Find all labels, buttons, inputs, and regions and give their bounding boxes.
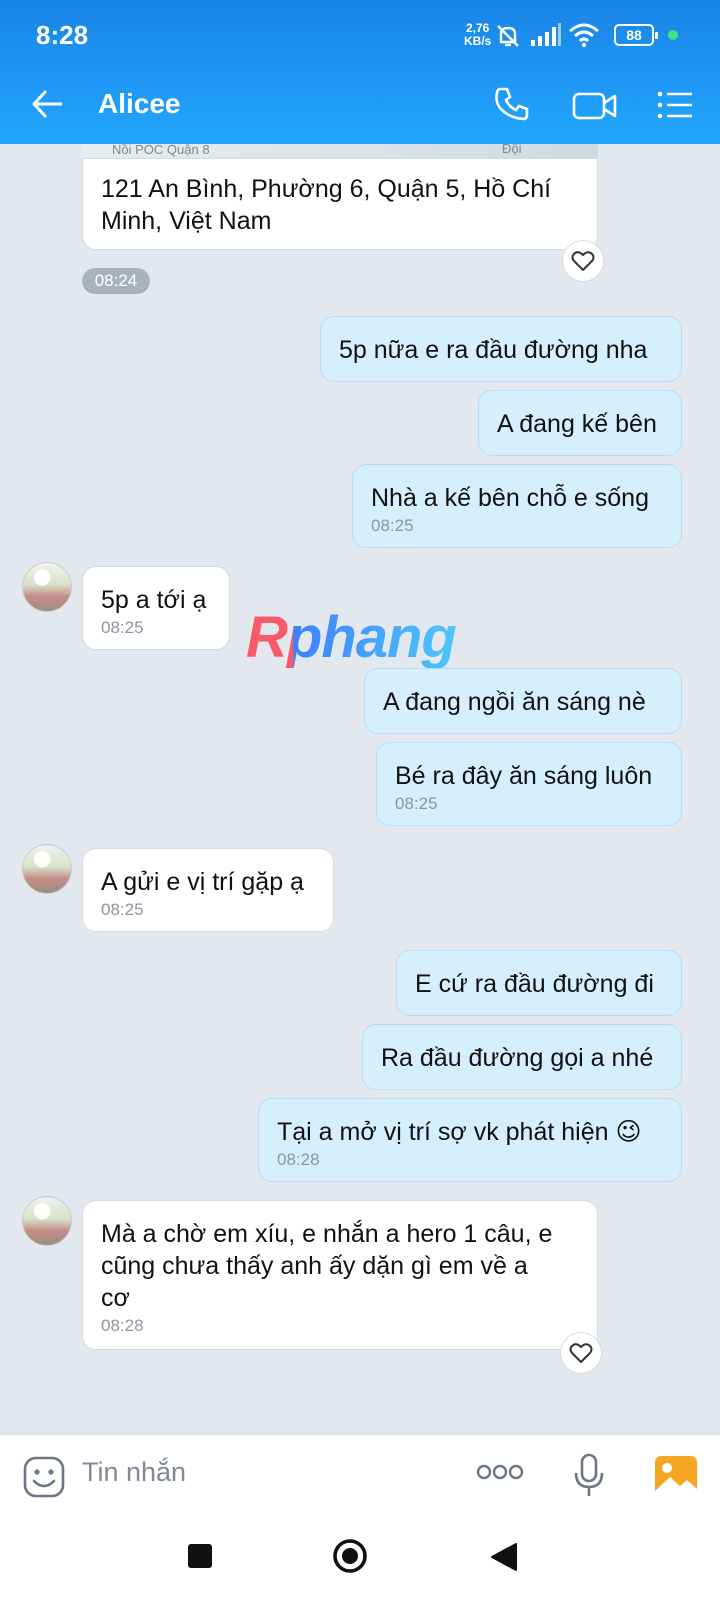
message-time: 08:25 [371, 516, 414, 535]
message-bubble-in[interactable]: A gửi e vị trí gặp ạ 08:25 [82, 848, 334, 932]
app-bar: Alicee [0, 72, 720, 144]
heart-reaction-icon[interactable] [560, 1332, 602, 1374]
more-options-icon[interactable] [476, 1463, 524, 1486]
avatar[interactable] [22, 844, 72, 894]
message-bubble-out[interactable]: Bé ra đây ăn sáng luôn 08:25 [376, 742, 682, 826]
network-speed: 2,76 KB/s [464, 22, 491, 48]
menu-list-icon[interactable] [656, 86, 694, 129]
heart-reaction-icon[interactable] [562, 240, 604, 282]
home-circle-icon[interactable] [332, 1538, 368, 1579]
map-label-left: Nồi POC Quận 8 [112, 144, 210, 157]
message-input[interactable]: Tin nhắn [82, 1457, 186, 1488]
message-text: A đang ngồi ăn sáng nè [383, 688, 646, 716]
message-input-bar: Tin nhắn [0, 1434, 720, 1516]
watermark-logo: Rphang [246, 605, 457, 670]
network-speed-unit: KB/s [464, 34, 492, 48]
back-triangle-icon[interactable] [490, 1542, 518, 1577]
message-time: 08:25 [395, 794, 438, 813]
message-bubble-out[interactable]: 5p nữa e ra đầu đường nha [320, 316, 682, 382]
message-bubble-in[interactable]: Mà a chờ em xíu, e nhắn a hero 1 câu, e … [82, 1200, 598, 1350]
avatar[interactable] [22, 1196, 72, 1246]
map-label-right: Đội [502, 144, 522, 156]
system-navigation-bar [0, 1516, 720, 1600]
message-text: Tại a mở vị trí sợ vk phát hiện 😉 [277, 1118, 642, 1146]
back-arrow-icon[interactable] [30, 86, 66, 127]
image-gallery-icon[interactable] [654, 1455, 698, 1502]
message-text: 5p nữa e ra đầu đường nha [339, 336, 648, 364]
message-text: E cứ ra đầu đường đi [415, 970, 654, 998]
status-dot-icon [668, 30, 678, 40]
time-pill: 08:24 [82, 268, 150, 294]
message-text: Ra đầu đường gọi a nhé [381, 1044, 654, 1072]
wifi-icon [568, 22, 600, 53]
message-bubble-in[interactable]: 5p a tới ạ 08:25 [82, 566, 230, 650]
message-text: A đang kế bên [497, 410, 657, 438]
message-bubble-location[interactable]: 121 An Bình, Phường 6, Quận 5, Hồ Chí Mi… [82, 158, 598, 250]
message-text: 121 An Bình, Phường 6, Quận 5, Hồ Chí Mi… [101, 175, 552, 235]
mute-vibrate-icon [494, 22, 522, 55]
message-bubble-out[interactable]: A đang kế bên [478, 390, 682, 456]
chat-title[interactable]: Alicee [98, 88, 181, 120]
message-text: Nhà a kế bên chỗ e sống [371, 484, 649, 512]
avatar[interactable] [22, 562, 72, 612]
battery-indicator: 88 [614, 24, 658, 46]
sticker-emoji-icon[interactable] [22, 1455, 66, 1504]
top-header: 8:28 2,76 KB/s 88 Alicee [0, 0, 720, 144]
message-text: Bé ra đây ăn sáng luôn [395, 762, 653, 790]
message-bubble-out[interactable]: A đang ngồi ăn sáng nè [364, 668, 682, 734]
message-time: 08:25 [101, 618, 144, 637]
message-time: 08:25 [101, 900, 144, 919]
status-bar: 8:28 2,76 KB/s 88 [0, 0, 720, 72]
signal-icon [530, 22, 562, 53]
message-time: 08:28 [277, 1150, 320, 1169]
recents-square-icon[interactable] [186, 1542, 214, 1575]
message-text: Mà a chờ em xíu, e nhắn a hero 1 câu, e … [101, 1220, 553, 1312]
message-bubble-out[interactable]: E cứ ra đầu đường đi [396, 950, 682, 1016]
message-bubble-out[interactable]: Tại a mở vị trí sợ vk phát hiện 😉 08:28 [258, 1098, 682, 1182]
message-text: 5p a tới ạ [101, 586, 207, 614]
message-bubble-out[interactable]: Nhà a kế bên chỗ e sống 08:25 [352, 464, 682, 548]
microphone-icon[interactable] [572, 1453, 606, 1504]
message-time: 08:28 [101, 1316, 144, 1335]
chat-area[interactable]: Nồi POC Quận 8 Đội 121 An Bình, Phường 6… [0, 144, 720, 1434]
message-text: A gửi e vị trí gặp ạ [101, 868, 304, 896]
video-call-icon[interactable] [572, 86, 618, 131]
phone-call-icon[interactable] [492, 84, 532, 129]
message-bubble-out[interactable]: Ra đầu đường gọi a nhé [362, 1024, 682, 1090]
status-time: 8:28 [36, 20, 89, 50]
